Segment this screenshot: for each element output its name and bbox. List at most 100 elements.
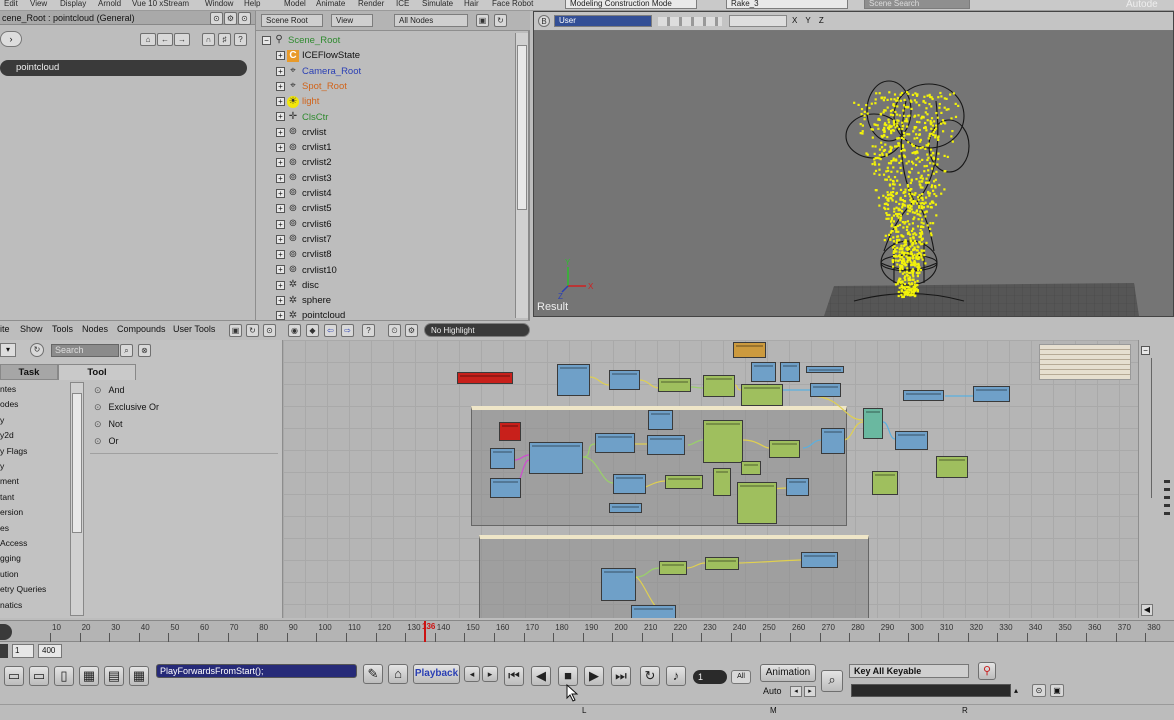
ice-node-blue[interactable] [490, 478, 521, 498]
tab-task[interactable]: Task [0, 364, 58, 380]
category-item[interactable]: odes [0, 399, 18, 409]
ice-menu-show[interactable]: Show [20, 324, 43, 334]
script-command-field[interactable]: PlayForwardsFromStart(); [156, 664, 357, 678]
ice-node-green[interactable] [741, 461, 761, 475]
ice-tree-graph[interactable] [283, 340, 1138, 618]
category-item[interactable]: ersion [0, 507, 23, 517]
tab-tool[interactable]: Tool [58, 364, 136, 380]
category-item[interactable]: etry Queries [0, 584, 46, 594]
scroll-left-icon[interactable]: ◀ [1141, 604, 1153, 616]
nav-arrow-button[interactable]: › [0, 31, 22, 47]
ice-node-green[interactable] [741, 384, 783, 406]
keying-lock-icon[interactable]: ▣ [1050, 684, 1064, 697]
gray-icon[interactable]: ◆ [306, 324, 319, 337]
tree-item[interactable]: − ⚲ Scene_Root [262, 33, 340, 48]
refresh-icon[interactable]: ↻ [246, 324, 259, 337]
view-dropdown[interactable]: View [331, 14, 373, 27]
category-item[interactable]: ntes [0, 384, 16, 394]
expand-icon[interactable]: + [276, 143, 285, 153]
prev-frame-icon[interactable]: ◀ [531, 666, 551, 686]
refresh-icon[interactable]: ↻ [30, 343, 44, 357]
view-icon[interactable]: ◉ [288, 324, 301, 337]
timer-icon[interactable]: ⏲ [388, 324, 401, 337]
ice-node-blue[interactable] [786, 478, 809, 496]
clear-search-icon[interactable]: ⊗ [138, 344, 151, 357]
expand-icon[interactable]: + [276, 188, 285, 198]
category-item[interactable]: natics [0, 600, 22, 610]
range-handle[interactable] [0, 644, 8, 658]
layout-side-icon[interactable]: ▯ [54, 666, 74, 686]
refresh-icon[interactable]: ⊙ [210, 12, 223, 25]
key-icon[interactable]: ⚲ [978, 662, 996, 680]
category-item[interactable]: Access [0, 538, 27, 548]
ice-node-green[interactable] [936, 456, 968, 478]
tree-item[interactable]: + ✛ ClsCtr [276, 110, 328, 125]
expand-icon[interactable]: + [276, 219, 285, 229]
key-lock-icon[interactable]: ⌕ [821, 670, 843, 692]
tool-item[interactable]: ⊙ And [94, 385, 125, 396]
refresh-icon[interactable]: ↻ [494, 14, 507, 27]
ice-node-green[interactable] [703, 375, 735, 397]
expand-icon[interactable]: − [262, 35, 271, 45]
ice-menu-user-tools[interactable]: User Tools [173, 324, 215, 334]
forward-icon[interactable]: → [174, 33, 190, 46]
ice-node-blue[interactable] [595, 433, 635, 453]
ice-node-blue[interactable] [801, 552, 838, 568]
ice-node-blue[interactable] [895, 431, 928, 450]
ice-node-blue[interactable] [631, 605, 676, 618]
expand-icon[interactable]: + [276, 97, 285, 107]
ice-node-blue[interactable] [973, 386, 1010, 402]
expand-icon[interactable]: + [276, 112, 285, 122]
layout-grid-icon[interactable]: ▦ [129, 666, 149, 686]
scene-search-input[interactable]: Scene Search [864, 0, 970, 9]
ice-node-blue[interactable] [648, 410, 673, 430]
script-editor-icon[interactable]: ✎ [363, 664, 383, 684]
ice-node-blue[interactable] [810, 383, 841, 397]
back-icon[interactable]: ← [157, 33, 173, 46]
expand-icon[interactable]: + [276, 265, 285, 275]
prev-key-icon[interactable]: ◂ [464, 666, 480, 682]
settings-icon[interactable]: ⊙ [238, 12, 251, 25]
tree-item[interactable]: + ⌖ Spot_Root [276, 79, 347, 94]
expand-icon[interactable]: + [276, 51, 285, 61]
menu-render[interactable]: Render [358, 0, 384, 8]
category-item[interactable]: y Flags [0, 446, 27, 456]
timeline[interactable]: 10 20 30 40 50 60 70 80 90 100 110 120 130 140 150 160 1… [0, 620, 1174, 643]
expand-icon[interactable]: + [276, 173, 285, 183]
magnet-icon[interactable]: ∩ [202, 33, 215, 46]
start-frame-field[interactable]: 1 [12, 644, 34, 658]
menu-help[interactable]: Help [244, 0, 260, 8]
menu-window[interactable]: Window [205, 0, 233, 8]
expand-icon[interactable]: + [276, 204, 285, 214]
category-item[interactable]: y2d [0, 430, 14, 440]
viewport-letter-b[interactable]: B [538, 15, 550, 27]
selected-object-field[interactable]: pointcloud [0, 60, 247, 76]
tree-item[interactable]: + ⊚ crvlist2 [276, 155, 332, 170]
ice-node-blue[interactable] [529, 442, 583, 474]
ice-menu-ite[interactable]: ite [0, 324, 10, 334]
audio-icon[interactable]: ♪ [666, 666, 686, 686]
tree-item[interactable]: + ⊚ crvlist3 [276, 171, 332, 186]
ice-node-blue[interactable] [780, 362, 800, 382]
menu-simulate[interactable]: Simulate [422, 0, 453, 8]
arrow-right-icon[interactable]: ⇨ [341, 324, 354, 337]
tree-item[interactable]: + ⊚ crvlist1 [276, 140, 332, 155]
ice-node-green[interactable] [659, 561, 687, 575]
ice-node-blue[interactable] [609, 370, 640, 390]
ice-node-green[interactable] [737, 482, 777, 524]
camera-dropdown[interactable]: User [554, 15, 652, 27]
ice-node-green[interactable] [872, 471, 898, 495]
tree-item[interactable]: + ⊚ crvlist10 [276, 263, 337, 278]
all-frames-button[interactable]: All [731, 670, 751, 684]
highlight-dropdown[interactable]: No Highlight [424, 323, 530, 337]
layout-bottom-icon[interactable]: ▭ [29, 666, 49, 686]
category-item[interactable]: ution [0, 569, 18, 579]
category-item[interactable]: gging [0, 553, 21, 563]
scope-dropdown[interactable]: Scene Root [261, 14, 323, 27]
first-frame-icon[interactable]: ⏮ [504, 666, 524, 686]
prev-keyframe-icon[interactable]: ◂ [790, 686, 802, 697]
menu-view[interactable]: View [30, 0, 47, 8]
category-item[interactable]: y [0, 461, 4, 471]
help-icon[interactable]: ? [234, 33, 247, 46]
ice-node-red[interactable] [499, 422, 521, 441]
